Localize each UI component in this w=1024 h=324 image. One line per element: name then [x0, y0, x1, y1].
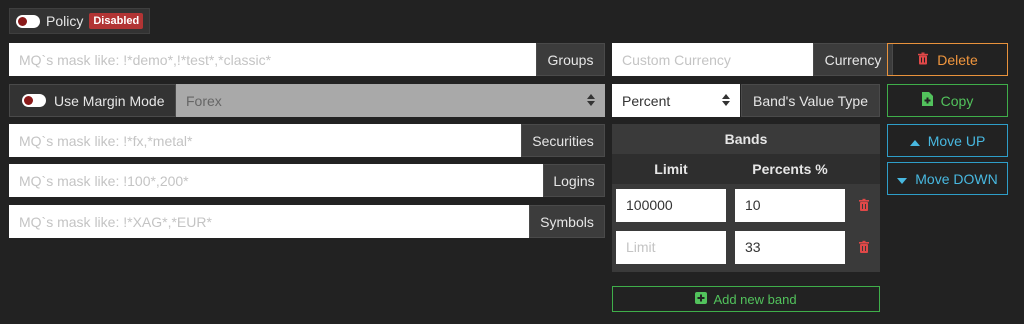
- status-badge: Disabled: [89, 13, 144, 29]
- band-limit-input[interactable]: [616, 188, 726, 222]
- bands-title: Bands: [612, 124, 880, 154]
- bands-table: Bands Limit Percents %: [612, 124, 880, 272]
- policy-label: Policy: [46, 13, 84, 29]
- band-percent-input[interactable]: [735, 230, 845, 264]
- plus-square-icon: [695, 291, 708, 307]
- symbols-input[interactable]: [9, 205, 529, 238]
- band-value-type-selected: Percent: [622, 92, 671, 109]
- securities-input-group: Securities: [9, 124, 605, 157]
- groups-input[interactable]: [9, 43, 536, 76]
- limit-column-header: Limit: [654, 161, 688, 177]
- move-down-button[interactable]: Move DOWN: [887, 162, 1008, 195]
- band-percent-input[interactable]: [735, 188, 845, 222]
- margin-mode-group: Use Margin Mode Forex: [9, 84, 605, 117]
- delete-button[interactable]: Delete: [887, 43, 1008, 76]
- currency-addon: Currency: [813, 43, 893, 76]
- caret-up-icon: [909, 133, 920, 149]
- add-new-band-label: Add new band: [713, 291, 797, 307]
- caret-down-icon: [897, 171, 908, 187]
- logins-input[interactable]: [9, 164, 543, 197]
- trash-icon: [917, 52, 929, 68]
- securities-input[interactable]: [9, 124, 521, 157]
- delete-label: Delete: [937, 51, 978, 68]
- groups-input-group: Groups: [9, 43, 605, 76]
- file-plus-icon: [921, 92, 933, 109]
- move-up-button[interactable]: Move UP: [887, 124, 1008, 157]
- margin-mode-toggle-switch[interactable]: [22, 94, 46, 107]
- groups-addon: Groups: [536, 43, 605, 76]
- add-new-band-button[interactable]: Add new band: [612, 286, 880, 312]
- band-row: [612, 184, 880, 226]
- trash-icon[interactable]: [857, 198, 871, 212]
- logins-addon: Logins: [543, 164, 605, 197]
- select-arrows-icon: [722, 94, 730, 106]
- logins-input-group: Logins: [9, 164, 605, 197]
- policy-toggle-box[interactable]: Policy Disabled: [9, 8, 150, 34]
- margin-mode-toggle-box[interactable]: Use Margin Mode: [9, 84, 176, 117]
- move-down-label: Move DOWN: [915, 170, 998, 187]
- margin-mode-label: Use Margin Mode: [54, 92, 165, 109]
- trash-icon[interactable]: [857, 240, 871, 254]
- margin-mode-selected-value: Forex: [186, 92, 222, 109]
- select-arrows-icon: [587, 94, 595, 106]
- symbols-addon: Symbols: [529, 205, 605, 238]
- percents-column-header: Percents %: [752, 161, 828, 177]
- copy-label: Copy: [940, 92, 974, 109]
- band-value-type-select[interactable]: Percent: [612, 84, 740, 117]
- custom-currency-input[interactable]: [612, 43, 813, 76]
- currency-input-group: Currency: [612, 43, 893, 76]
- bands-header-row: Limit Percents %: [612, 154, 880, 184]
- band-value-type-addon: Band's Value Type: [741, 84, 880, 117]
- copy-button[interactable]: Copy: [887, 84, 1008, 117]
- band-limit-input[interactable]: [616, 230, 726, 264]
- symbols-input-group: Symbols: [9, 205, 605, 238]
- policy-toggle-switch[interactable]: [16, 14, 40, 28]
- margin-mode-select[interactable]: Forex: [176, 84, 605, 117]
- move-up-label: Move UP: [927, 132, 986, 149]
- securities-addon: Securities: [521, 124, 605, 157]
- band-row: [612, 226, 880, 268]
